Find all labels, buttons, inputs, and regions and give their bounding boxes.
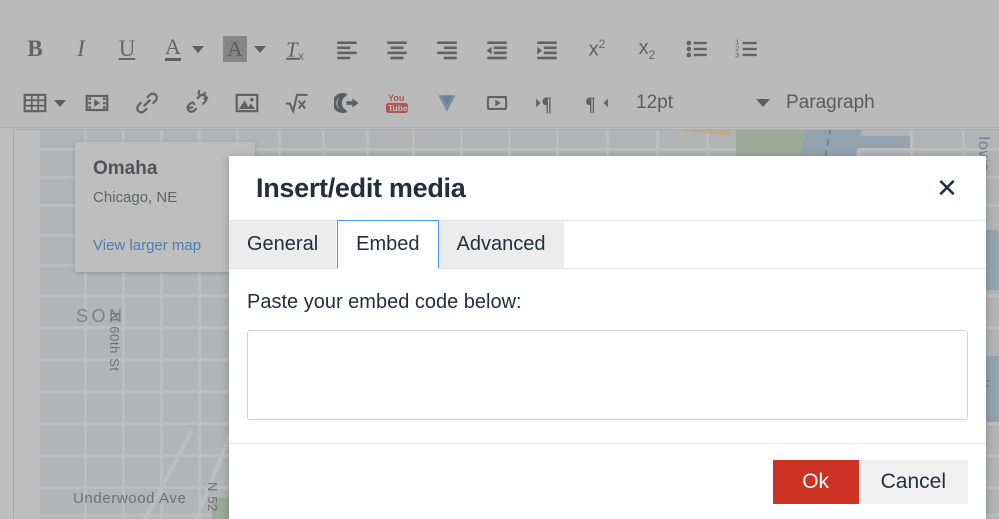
tab-general-label: General [247, 233, 319, 255]
tab-bar-filler [564, 221, 986, 268]
tab-advanced[interactable]: Advanced [438, 221, 565, 268]
embed-code-textarea[interactable] [247, 330, 968, 420]
tab-general[interactable]: General [229, 221, 338, 268]
dialog-tab-bar: General Embed Advanced [229, 220, 986, 269]
dialog-header: Insert/edit media ✕ [229, 156, 986, 220]
close-icon[interactable]: ✕ [930, 171, 964, 205]
dialog-footer: Ok Cancel [229, 443, 986, 519]
dialog-body: Paste your embed code below: [229, 269, 986, 443]
tab-embed-label: Embed [356, 233, 420, 255]
dialog-title: Insert/edit media [256, 172, 466, 203]
embed-field-label: Paste your embed code below: [247, 291, 522, 313]
ok-button[interactable]: Ok [772, 459, 859, 504]
tab-embed[interactable]: Embed [337, 220, 439, 269]
cancel-button[interactable]: Cancel [858, 459, 968, 504]
tab-advanced-label: Advanced [456, 233, 546, 255]
insert-edit-media-dialog: Insert/edit media ✕ General Embed Advanc… [229, 156, 986, 519]
screen-root: B I U A A T [0, 0, 999, 519]
